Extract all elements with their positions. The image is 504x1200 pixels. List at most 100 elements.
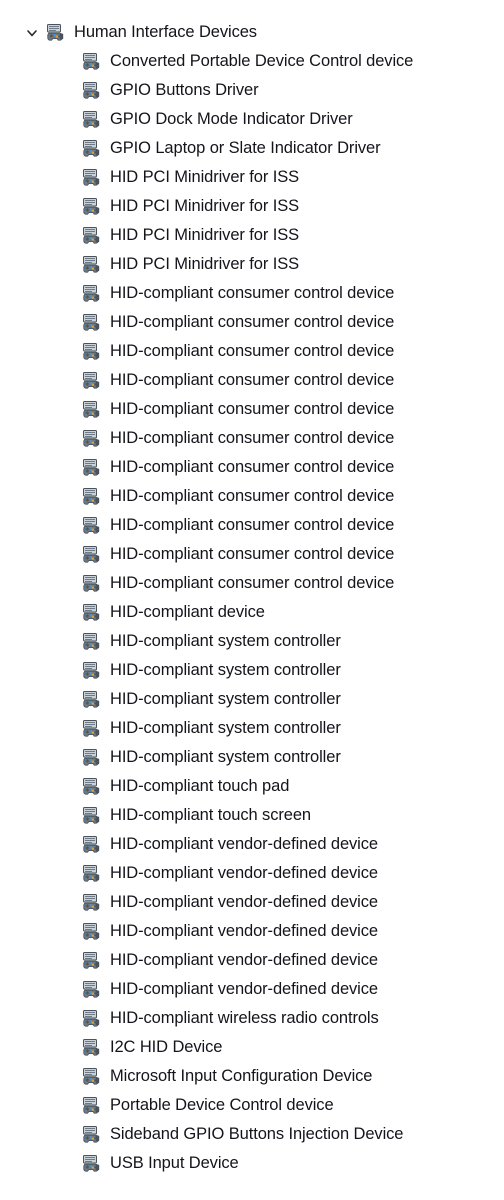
tree-item-device[interactable]: Converted Portable Device Control device	[0, 47, 504, 76]
tree-item-device[interactable]: HID-compliant system controller	[0, 714, 504, 743]
hid-device-icon	[81, 196, 102, 217]
tree-item-label: HID-compliant vendor-defined device	[110, 835, 378, 853]
hid-device-icon	[45, 22, 66, 43]
tree-item-device[interactable]: HID-compliant system controller	[0, 656, 504, 685]
hid-device-icon	[81, 1124, 102, 1145]
tree-item-label: HID-compliant consumer control device	[110, 458, 395, 476]
tree-item-label: Portable Device Control device	[110, 1096, 334, 1114]
hid-device-icon	[81, 747, 102, 768]
tree-item-label: Sideband GPIO Buttons Injection Device	[110, 1125, 404, 1143]
tree-item-device[interactable]: GPIO Dock Mode Indicator Driver	[0, 105, 504, 134]
tree-item-device[interactable]: HID-compliant consumer control device	[0, 511, 504, 540]
tree-item-label: HID-compliant consumer control device	[110, 342, 395, 360]
tree-item-device[interactable]: HID-compliant vendor-defined device	[0, 917, 504, 946]
hid-device-icon	[81, 979, 102, 1000]
tree-item-label: HID-compliant consumer control device	[110, 516, 395, 534]
tree-item-label: Converted Portable Device Control device	[110, 52, 414, 70]
tree-item-label: HID-compliant system controller	[110, 690, 341, 708]
tree-item-device[interactable]: HID-compliant vendor-defined device	[0, 975, 504, 1004]
tree-item-label: HID-compliant vendor-defined device	[110, 951, 378, 969]
tree-item-device[interactable]: HID-compliant consumer control device	[0, 366, 504, 395]
hid-device-icon	[81, 457, 102, 478]
hid-device-icon	[81, 51, 102, 72]
tree-item-device[interactable]: GPIO Laptop or Slate Indicator Driver	[0, 134, 504, 163]
tree-item-label: HID PCI Minidriver for ISS	[110, 168, 300, 186]
hid-device-icon	[81, 1066, 102, 1087]
hid-device-icon	[81, 660, 102, 681]
tree-item-device[interactable]: HID-compliant vendor-defined device	[0, 830, 504, 859]
tree-item-label: GPIO Dock Mode Indicator Driver	[110, 110, 353, 128]
device-manager-tree[interactable]: Human Interface Devices Converted Portab…	[0, 0, 504, 1200]
hid-device-icon	[81, 921, 102, 942]
tree-item-label: GPIO Laptop or Slate Indicator Driver	[110, 139, 381, 157]
tree-item-device[interactable]: HID-compliant consumer control device	[0, 540, 504, 569]
tree-item-device[interactable]: USB Input Device	[0, 1149, 504, 1178]
tree-item-device[interactable]: HID-compliant system controller	[0, 627, 504, 656]
tree-item-device[interactable]: HID-compliant consumer control device	[0, 569, 504, 598]
hid-device-icon	[81, 602, 102, 623]
tree-item-label: HID-compliant vendor-defined device	[110, 864, 378, 882]
hid-device-icon	[81, 515, 102, 536]
hid-device-icon	[81, 689, 102, 710]
tree-item-device[interactable]: HID-compliant vendor-defined device	[0, 888, 504, 917]
hid-device-icon	[81, 544, 102, 565]
hid-device-icon	[81, 631, 102, 652]
tree-item-label: USB Input Device	[110, 1154, 239, 1172]
tree-item-device[interactable]: HID-compliant wireless radio controls	[0, 1004, 504, 1033]
tree-item-device[interactable]: HID PCI Minidriver for ISS	[0, 163, 504, 192]
tree-item-label: HID-compliant device	[110, 603, 265, 621]
hid-device-icon	[81, 805, 102, 826]
tree-item-label: HID-compliant vendor-defined device	[110, 980, 378, 998]
hid-device-icon	[81, 573, 102, 594]
hid-device-icon	[81, 776, 102, 797]
tree-item-label: HID PCI Minidriver for ISS	[110, 226, 300, 244]
tree-item-device[interactable]: Microsoft Input Configuration Device	[0, 1062, 504, 1091]
tree-item-device[interactable]: HID-compliant touch screen	[0, 801, 504, 830]
tree-item-label: HID-compliant system controller	[110, 661, 341, 679]
hid-device-icon	[81, 486, 102, 507]
tree-item-device[interactable]: HID-compliant vendor-defined device	[0, 946, 504, 975]
tree-item-device[interactable]: HID-compliant touch pad	[0, 772, 504, 801]
tree-item-label: HID-compliant consumer control device	[110, 545, 395, 563]
tree-item-label: HID-compliant consumer control device	[110, 429, 395, 447]
tree-item-label: HID-compliant wireless radio controls	[110, 1009, 379, 1027]
hid-device-icon	[81, 399, 102, 420]
tree-item-device[interactable]: HID PCI Minidriver for ISS	[0, 250, 504, 279]
tree-item-device[interactable]: HID-compliant consumer control device	[0, 308, 504, 337]
tree-item-device[interactable]: HID-compliant consumer control device	[0, 424, 504, 453]
tree-item-device[interactable]: HID-compliant device	[0, 598, 504, 627]
tree-item-device[interactable]: Sideband GPIO Buttons Injection Device	[0, 1120, 504, 1149]
hid-device-icon	[81, 1037, 102, 1058]
tree-item-label: Microsoft Input Configuration Device	[110, 1067, 373, 1085]
tree-item-device[interactable]: HID-compliant consumer control device	[0, 453, 504, 482]
tree-item-label: HID-compliant vendor-defined device	[110, 922, 378, 940]
tree-item-label: HID-compliant consumer control device	[110, 487, 395, 505]
tree-item-label: HID-compliant vendor-defined device	[110, 893, 378, 911]
tree-item-label: HID-compliant consumer control device	[110, 313, 395, 331]
tree-item-label: HID-compliant system controller	[110, 632, 341, 650]
tree-item-label: HID PCI Minidriver for ISS	[110, 255, 300, 273]
hid-device-icon	[81, 225, 102, 246]
tree-item-label: HID-compliant system controller	[110, 748, 341, 766]
tree-item-device[interactable]: HID-compliant system controller	[0, 685, 504, 714]
hid-device-icon	[81, 1095, 102, 1116]
tree-item-device[interactable]: Portable Device Control device	[0, 1091, 504, 1120]
hid-device-icon	[81, 109, 102, 130]
tree-item-device[interactable]: HID-compliant system controller	[0, 743, 504, 772]
chevron-down-icon[interactable]	[23, 24, 41, 42]
hid-device-icon	[81, 950, 102, 971]
hid-device-icon	[81, 254, 102, 275]
tree-item-device[interactable]: HID-compliant consumer control device	[0, 395, 504, 424]
tree-item-device[interactable]: HID-compliant vendor-defined device	[0, 859, 504, 888]
tree-item-device[interactable]: HID-compliant consumer control device	[0, 482, 504, 511]
tree-item-device[interactable]: HID-compliant consumer control device	[0, 279, 504, 308]
tree-item-label: HID-compliant consumer control device	[110, 284, 395, 302]
tree-item-device[interactable]: GPIO Buttons Driver	[0, 76, 504, 105]
tree-item-device[interactable]: HID PCI Minidriver for ISS	[0, 221, 504, 250]
tree-node-human-interface-devices[interactable]: Human Interface Devices	[0, 18, 504, 47]
tree-item-device[interactable]: I2C HID Device	[0, 1033, 504, 1062]
hid-device-icon	[81, 167, 102, 188]
tree-item-device[interactable]: HID PCI Minidriver for ISS	[0, 192, 504, 221]
tree-item-label: HID-compliant consumer control device	[110, 574, 395, 592]
tree-item-device[interactable]: HID-compliant consumer control device	[0, 337, 504, 366]
